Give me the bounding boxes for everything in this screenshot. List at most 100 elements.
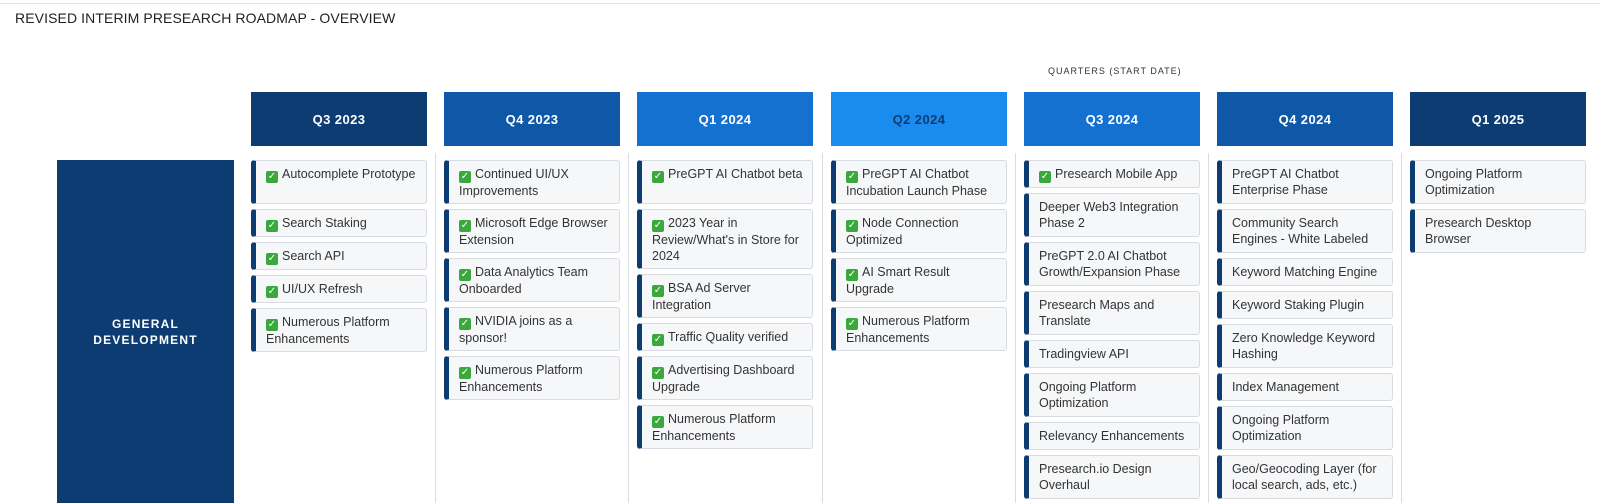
roadmap-item-label: AI Smart Result Upgrade [846, 265, 950, 296]
roadmap-item: ✓ Numerous Platform Enhancements [444, 356, 620, 400]
roadmap-item: ✓ NVIDIA joins as a sponsor! [444, 307, 620, 351]
checkmark-icon: ✓ [266, 253, 278, 265]
roadmap-item: Ongoing Platform Optimization [1217, 406, 1393, 450]
checkmark-icon: ✓ [652, 416, 664, 428]
top-divider [0, 3, 1600, 4]
roadmap-item: ✓ Microsoft Edge Browser Extension [444, 209, 620, 253]
row-header-general-development: GENERAL DEVELOPMENT [57, 160, 234, 503]
roadmap-item-label: BSA Ad Server Integration [652, 281, 751, 312]
roadmap-item: Ongoing Platform Optimization [1410, 160, 1586, 204]
checkmark-icon: ✓ [459, 171, 471, 183]
roadmap-item: ✓ Numerous Platform Enhancements [831, 307, 1007, 351]
roadmap-item: ✓ Search API [251, 242, 427, 270]
roadmap-item: Deeper Web3 Integration Phase 2 [1024, 193, 1200, 237]
column-divider [1208, 153, 1209, 503]
roadmap-item: Geo/Geocoding Layer (for local search, a… [1217, 455, 1393, 499]
checkmark-icon: ✓ [1039, 171, 1051, 183]
checkmark-icon: ✓ [652, 367, 664, 379]
quarter-header-q1-2024: Q1 2024 [637, 92, 813, 146]
roadmap-item-label: Microsoft Edge Browser Extension [459, 216, 608, 247]
roadmap-item-label: Continued UI/UX Improvements [459, 167, 569, 198]
roadmap-item-label: Ongoing Platform Optimization [1039, 380, 1137, 410]
quarter-header-q4-2023: Q4 2023 [444, 92, 620, 146]
roadmap-item: ✓ Search Staking [251, 209, 427, 237]
checkmark-icon: ✓ [459, 367, 471, 379]
roadmap-item-label: Presearch Desktop Browser [1425, 216, 1532, 246]
roadmap-item: ✓ AI Smart Result Upgrade [831, 258, 1007, 302]
roadmap-item-label: Numerous Platform Enhancements [266, 315, 390, 346]
quarter-header-q3-2024: Q3 2024 [1024, 92, 1200, 146]
roadmap-item: Relevancy Enhancements [1024, 422, 1200, 450]
roadmap-item: Keyword Staking Plugin [1217, 291, 1393, 319]
quarter-header-q4-2024: Q4 2024 [1217, 92, 1393, 146]
roadmap-item: Tradingview API [1024, 340, 1200, 368]
roadmap-item-label: Geo/Geocoding Layer (for local search, a… [1232, 462, 1377, 492]
checkmark-icon: ✓ [459, 269, 471, 281]
roadmap-item: PreGPT 2.0 AI Chatbot Growth/Expansion P… [1024, 242, 1200, 286]
checkmark-icon: ✓ [266, 286, 278, 298]
roadmap-item: ✓ Presearch Mobile App [1024, 160, 1200, 188]
checkmark-icon: ✓ [652, 171, 664, 183]
column-divider [1401, 153, 1402, 503]
roadmap-item: Zero Knowledge Keyword Hashing [1217, 324, 1393, 368]
page-title: REVISED INTERIM PRESEARCH ROADMAP - OVER… [15, 10, 396, 26]
roadmap-item: ✓ Numerous Platform Enhancements [251, 308, 427, 352]
checkmark-icon: ✓ [652, 220, 664, 232]
roadmap-item: ✓ Data Analytics Team Onboarded [444, 258, 620, 302]
roadmap-item-label: Numerous Platform Enhancements [846, 314, 970, 345]
roadmap-item-label: Relevancy Enhancements [1039, 429, 1185, 443]
roadmap-item: ✓ BSA Ad Server Integration [637, 274, 813, 318]
roadmap-item-label: PreGPT AI Chatbot Incubation Launch Phas… [846, 167, 988, 198]
roadmap-item: ✓ Continued UI/UX Improvements [444, 160, 620, 204]
checkmark-icon: ✓ [652, 285, 664, 297]
roadmap-item-label: Tradingview API [1039, 347, 1129, 361]
roadmap-item: ✓ PreGPT AI Chatbot Incubation Launch Pha… [831, 160, 1007, 204]
checkmark-icon: ✓ [652, 334, 664, 346]
quarter-header-q1-2025: Q1 2025 [1410, 92, 1586, 146]
axis-caption: QUARTERS (START DATE) [1048, 66, 1182, 76]
roadmap-item: Ongoing Platform Optimization [1024, 373, 1200, 417]
roadmap-item-label: Presearch.io Design Overhaul [1039, 462, 1152, 492]
roadmap-item: Presearch Desktop Browser [1410, 209, 1586, 253]
roadmap-item-label: Community Search Engines - White Labeled [1232, 216, 1369, 246]
roadmap-item: ✓ PreGPT AI Chatbot beta [637, 160, 813, 204]
roadmap-item-label: Presearch Mobile App [1055, 167, 1178, 181]
roadmap-item-label: Traffic Quality verified [668, 330, 789, 344]
checkmark-icon: ✓ [266, 319, 278, 331]
roadmap-item: ✓ Node Connection Optimized [831, 209, 1007, 253]
roadmap-item-label: Numerous Platform Enhancements [652, 412, 776, 443]
checkmark-icon: ✓ [459, 318, 471, 330]
roadmap-item: ✓ Autocomplete Prototype [251, 160, 427, 204]
roadmap-item-label: UI/UX Refresh [282, 282, 363, 296]
checkmark-icon: ✓ [846, 269, 858, 281]
roadmap-item-label: Search API [282, 249, 345, 263]
roadmap-item: Keyword Matching Engine [1217, 258, 1393, 286]
checkmark-icon: ✓ [266, 220, 278, 232]
roadmap-item: PreGPT AI Chatbot Enterprise Phase [1217, 160, 1393, 204]
roadmap-item-label: Presearch Maps and Translate [1039, 298, 1155, 328]
roadmap-item: ✓ UI/UX Refresh [251, 275, 427, 303]
roadmap-item-label: Search Staking [282, 216, 367, 230]
quarter-header-q3-2023: Q3 2023 [251, 92, 427, 146]
roadmap-item-label: PreGPT AI Chatbot beta [668, 167, 803, 181]
roadmap-item: ✓ 2023 Year in Review/What's in Store for… [637, 209, 813, 269]
roadmap-item-label: 2023 Year in Review/What's in Store for … [652, 216, 799, 263]
roadmap-item: Presearch Maps and Translate [1024, 291, 1200, 335]
quarter-header-q2-2024: Q2 2024 [831, 92, 1007, 146]
roadmap-item-label: NVIDIA joins as a sponsor! [459, 314, 573, 345]
roadmap-item-label: Deeper Web3 Integration Phase 2 [1039, 200, 1179, 230]
roadmap-item-label: Zero Knowledge Keyword Hashing [1232, 331, 1376, 361]
roadmap-item-label: Autocomplete Prototype [282, 167, 416, 181]
roadmap-item: ✓ Traffic Quality verified [637, 323, 813, 351]
roadmap-item: Community Search Engines - White Labeled [1217, 209, 1393, 253]
roadmap-item-label: Ongoing Platform Optimization [1232, 413, 1330, 443]
roadmap-item-label: Advertising Dashboard Upgrade [652, 363, 795, 394]
roadmap-item-label: Ongoing Platform Optimization [1425, 167, 1523, 197]
roadmap-item: Presearch.io Design Overhaul [1024, 455, 1200, 499]
column-divider [628, 153, 629, 503]
roadmap-item-label: PreGPT AI Chatbot Enterprise Phase [1232, 167, 1339, 197]
checkmark-icon: ✓ [846, 171, 858, 183]
checkmark-icon: ✓ [846, 318, 858, 330]
roadmap-item: ✓ Advertising Dashboard Upgrade [637, 356, 813, 400]
column-divider [435, 153, 436, 503]
